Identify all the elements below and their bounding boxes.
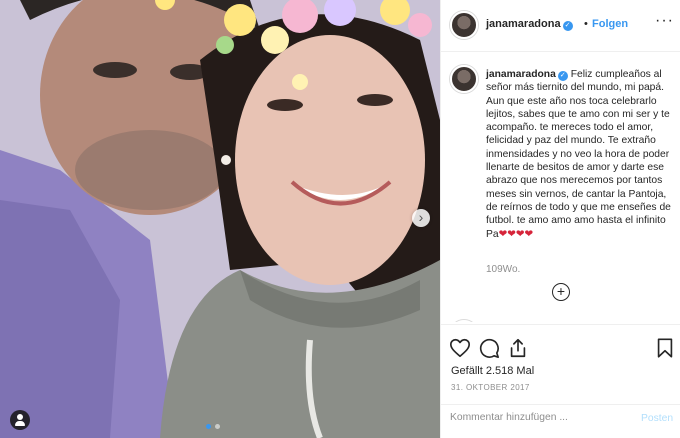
caption-avatar[interactable] <box>450 65 478 93</box>
post-photo[interactable]: › <box>0 0 440 438</box>
comment-bar: Posten <box>441 404 680 434</box>
comment-avatar[interactable] <box>450 320 478 322</box>
like-icon[interactable] <box>449 337 471 359</box>
tag-icon-body <box>15 421 25 426</box>
header-username-text[interactable]: janamaradona <box>486 18 561 30</box>
photo-illustration <box>0 0 440 438</box>
post-date[interactable]: 31. OKTOBER 2017 <box>451 383 530 392</box>
tag-icon-head <box>17 414 23 420</box>
action-section: Gefällt 2.518 Mal 31. OKTOBER 2017 Poste… <box>441 324 680 432</box>
save-icon[interactable] <box>654 337 676 359</box>
carousel-dot-2 <box>215 424 220 429</box>
likes-count[interactable]: Gefällt 2.518 Mal <box>451 365 534 377</box>
header-username[interactable]: janamaradona ✓ <box>486 18 573 31</box>
avatar[interactable] <box>450 11 478 39</box>
carousel-dot-1 <box>206 424 211 429</box>
carousel-dots <box>206 424 220 429</box>
caption: janamaradona ✓ Feliz cumpleaños al señor … <box>486 68 672 241</box>
verified-icon: ✓ <box>557 71 568 81</box>
heart-emoji: ❤❤❤❤ <box>498 228 534 240</box>
post-header: janamaradona ✓ • Folgen ··· <box>441 0 680 52</box>
add-circle-icon[interactable]: + <box>552 283 570 301</box>
share-icon[interactable] <box>507 337 529 359</box>
caption-timestamp[interactable]: 109Wo. <box>486 264 520 275</box>
post-comment-button[interactable]: Posten <box>641 413 673 424</box>
follow-separator: • <box>584 18 588 30</box>
tag-people-icon[interactable] <box>10 410 30 430</box>
verified-icon: ✓ <box>562 21 573 31</box>
more-options-icon[interactable]: ··· <box>655 12 674 30</box>
comment-icon[interactable] <box>478 337 500 359</box>
comment-input[interactable] <box>450 412 630 423</box>
comments-area: janamaradona ✓ Feliz cumpleaños al señor … <box>441 52 680 322</box>
follow-button[interactable]: Folgen <box>592 18 628 30</box>
caption-text: Feliz cumpleaños al señor más tiernito d… <box>486 69 671 240</box>
caption-username[interactable]: janamaradona <box>486 69 556 80</box>
chevron-right-icon[interactable]: › <box>412 209 430 227</box>
post-side-panel: janamaradona ✓ • Folgen ··· janamaradona ✓… <box>440 0 680 438</box>
